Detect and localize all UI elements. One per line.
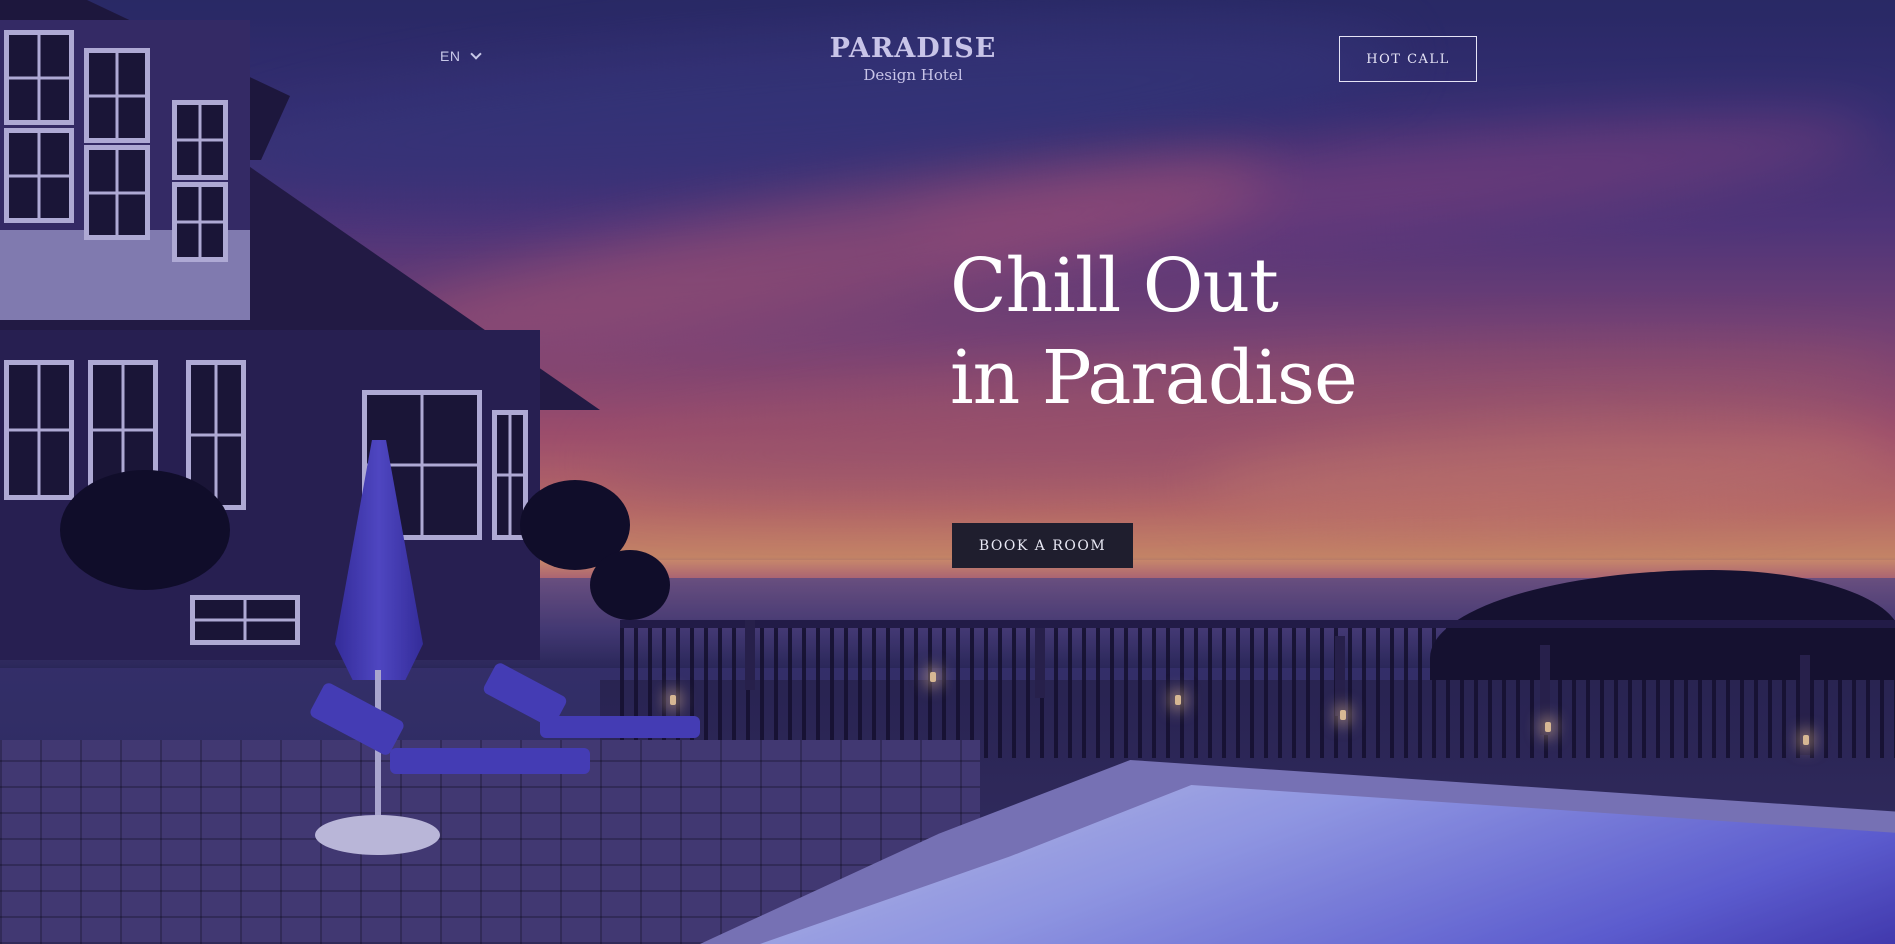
brand-subtitle: Design Hotel <box>863 66 963 84</box>
hero-headline-line-1: Chill Out <box>950 243 1279 329</box>
language-selector[interactable]: EN <box>440 48 483 64</box>
image-overlay <box>0 0 1895 944</box>
chevron-down-icon <box>470 48 483 60</box>
hero-section: EN PARADISE Design Hotel HOT CALL Chill … <box>0 0 1895 944</box>
hero-headline-line-2: in Paradise <box>950 335 1358 421</box>
book-a-room-button[interactable]: BOOK A ROOM <box>952 523 1133 568</box>
language-label: EN <box>440 48 461 64</box>
hot-call-button[interactable]: HOT CALL <box>1339 36 1477 82</box>
hero-headline: Chill Out in Paradise <box>950 240 1358 424</box>
brand-logo[interactable]: PARADISE Design Hotel <box>813 32 1013 84</box>
brand-name: PARADISE <box>829 33 997 64</box>
